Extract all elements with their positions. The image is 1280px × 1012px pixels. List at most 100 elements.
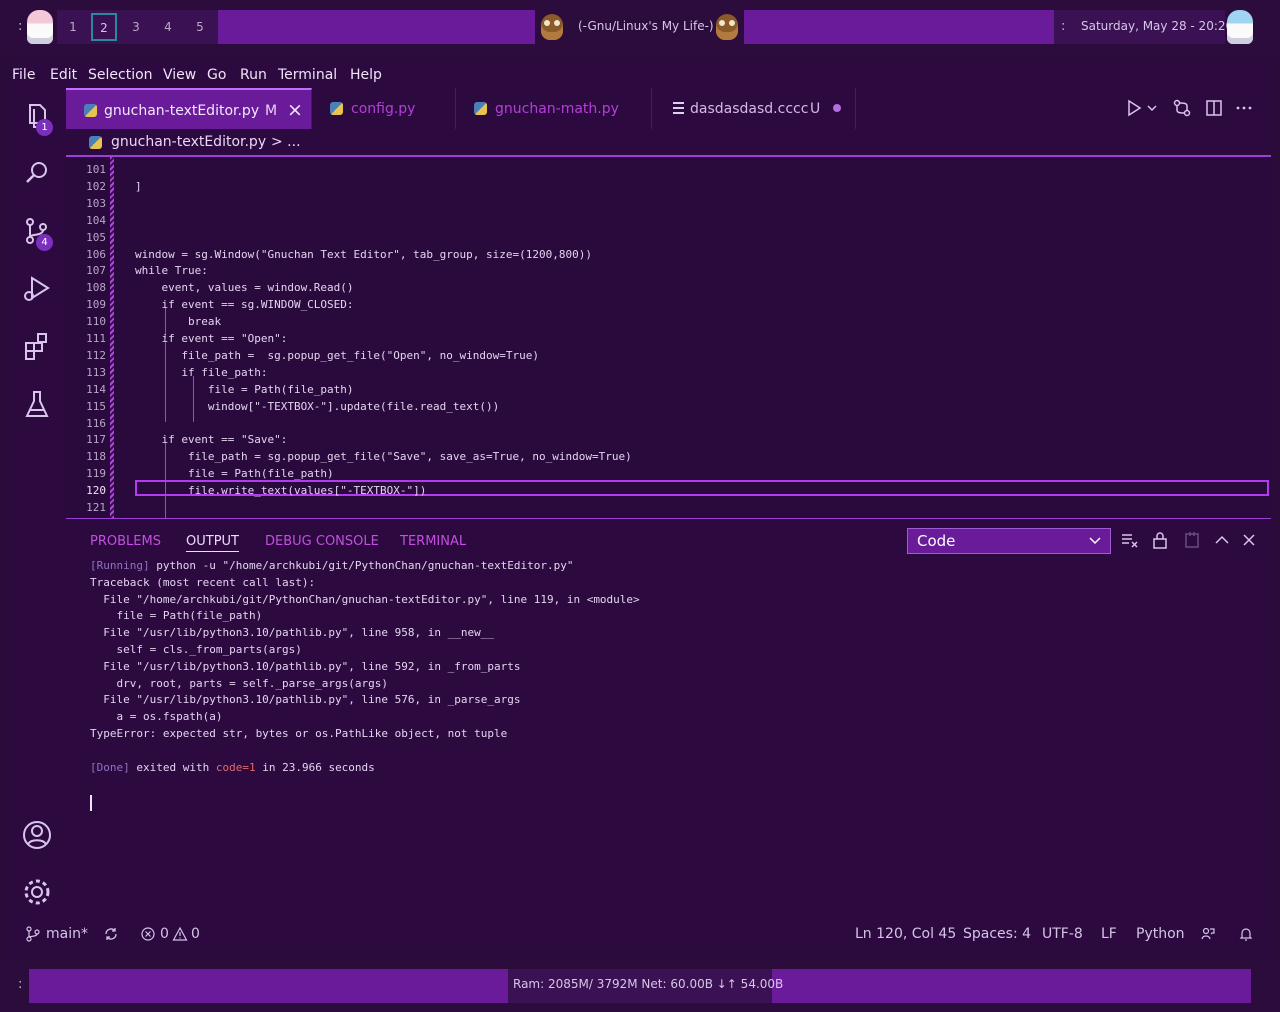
split-editor-icon[interactable] <box>1204 98 1224 118</box>
testing-flask-icon[interactable] <box>21 388 53 420</box>
lock-scroll-icon[interactable] <box>1150 530 1170 550</box>
output-text: drv, root, parts = self._parse_args(args… <box>90 676 389 690</box>
account-icon[interactable] <box>21 819 53 851</box>
workspace-1[interactable]: 1 <box>57 10 89 44</box>
code-line[interactable]: file = Path(file_path) <box>135 383 354 396</box>
code-line[interactable]: file_path = sg.popup_get_file("Open", no… <box>135 349 539 362</box>
line-number: 110 <box>86 315 106 329</box>
search-icon[interactable] <box>21 157 53 189</box>
code-line[interactable]: ] <box>135 180 142 193</box>
line-number: 106 <box>86 247 106 261</box>
open-log-icon[interactable] <box>1182 530 1202 550</box>
warnings-icon[interactable] <box>172 926 188 944</box>
code-line[interactable]: file.write_text(values["-TEXTBOX-"]) <box>135 484 426 497</box>
indentation[interactable]: Spaces: 4 <box>963 926 1031 942</box>
tab-output[interactable]: OUTPUT <box>186 534 239 552</box>
tab-label: gnuchan-math.py <box>495 101 619 117</box>
tab-untracked-status: U <box>810 101 821 117</box>
output-text: File "/usr/lib/python3.10/pathlib.py", l… <box>90 626 494 640</box>
menu-terminal[interactable]: Terminal <box>278 67 337 83</box>
branch-icon[interactable] <box>25 926 41 944</box>
avatar-icon <box>1227 10 1253 44</box>
workspace-4[interactable]: 4 <box>152 10 184 44</box>
warnings-count[interactable]: 0 <box>191 926 200 942</box>
output-channel-value: Code <box>917 532 956 550</box>
branch-name[interactable]: main* <box>46 926 88 942</box>
output-line: Traceback (most recent call last): <box>90 576 315 589</box>
menu-go[interactable]: Go <box>207 67 226 83</box>
clock[interactable]: Saturday, May 28 - 20:20 <box>1081 19 1233 33</box>
menu-file[interactable]: File <box>12 67 35 83</box>
menu-edit[interactable]: Edit <box>50 67 77 83</box>
unsaved-dot-icon[interactable] <box>833 104 841 112</box>
tab-label: config.py <box>351 101 416 117</box>
line-number: 120 <box>86 484 106 498</box>
cursor-position[interactable]: Ln 120, Col 45 <box>855 926 956 942</box>
clear-output-icon[interactable] <box>1119 530 1139 550</box>
tab-terminal[interactable]: TERMINAL <box>400 534 466 549</box>
workspace-3[interactable]: 3 <box>120 10 152 44</box>
line-number: 119 <box>86 467 106 481</box>
workspace-5[interactable]: 5 <box>184 10 216 44</box>
line-number: 117 <box>86 433 106 447</box>
encoding[interactable]: UTF-8 <box>1042 926 1083 942</box>
menu-selection[interactable]: Selection <box>88 67 153 83</box>
tab-dasdasdasd[interactable]: dasdasdasd.cccc U <box>652 88 856 129</box>
output-channel-select[interactable]: Code <box>907 528 1111 554</box>
sync-icon[interactable] <box>103 926 119 944</box>
code-line[interactable]: while True: <box>135 264 208 277</box>
maximize-panel-icon[interactable] <box>1212 530 1232 550</box>
notifications-bell-icon[interactable] <box>1238 926 1254 944</box>
code-line[interactable]: if file_path: <box>135 366 267 379</box>
window-title: (-Gnu/Linux's My Life-) <box>578 19 714 33</box>
tab-gnuchan-math[interactable]: gnuchan-math.py <box>456 88 652 129</box>
output-line: [Done] exited with code=1 in 23.966 seco… <box>90 761 375 774</box>
code-line[interactable]: if event == "Open": <box>135 332 287 345</box>
line-number: 107 <box>86 264 106 278</box>
bottom-system-panel: : Ram: 2085M/ 3792M Net: 60.00B ↓↑ 54.00… <box>0 962 1280 1012</box>
errors-count[interactable]: 0 <box>160 926 169 942</box>
run-python-file-icon[interactable] <box>1124 98 1144 118</box>
close-panel-icon[interactable] <box>1239 530 1259 550</box>
breadcrumb-symbols[interactable]: > ... <box>271 134 301 150</box>
code-line[interactable]: if event == "Save": <box>135 433 287 446</box>
feedback-icon[interactable] <box>1200 926 1216 944</box>
output-line: File "/usr/lib/python3.10/pathlib.py", l… <box>90 660 520 673</box>
run-debug-icon[interactable] <box>21 272 53 304</box>
extensions-icon[interactable] <box>21 330 53 362</box>
open-changes-icon[interactable] <box>1172 98 1192 118</box>
tab-debug-console[interactable]: DEBUG CONSOLE <box>265 534 379 549</box>
run-options-chevron-icon[interactable] <box>1146 98 1158 118</box>
tab-close-icon[interactable]: × <box>287 99 303 121</box>
output-line: File "/usr/lib/python3.10/pathlib.py", l… <box>90 693 520 706</box>
output-text: TypeError: expected str, bytes or os.Pat… <box>90 727 508 740</box>
code-line[interactable]: window = sg.Window("Gnuchan Text Editor"… <box>135 248 592 261</box>
breadcrumb-file[interactable]: gnuchan-textEditor.py <box>111 134 266 150</box>
code-line[interactable]: file_path = sg.popup_get_file("Save", sa… <box>135 450 632 463</box>
errors-icon[interactable] <box>140 926 156 944</box>
line-number: 116 <box>86 416 106 430</box>
code-line[interactable]: file = Path(file_path) <box>135 467 334 480</box>
menu-view[interactable]: View <box>163 67 196 83</box>
menu-run[interactable]: Run <box>240 67 267 83</box>
end-of-line[interactable]: LF <box>1101 926 1117 942</box>
settings-gear-icon[interactable] <box>21 876 53 908</box>
menu-help[interactable]: Help <box>350 67 382 83</box>
code-line[interactable]: if event == sg.WINDOW_CLOSED: <box>135 298 353 311</box>
code-line[interactable]: break <box>135 315 221 328</box>
output-text: self = cls._from_parts(args) <box>90 643 302 656</box>
tab-label: dasdasdasd.cccc <box>690 101 809 117</box>
line-number: 113 <box>86 365 106 379</box>
output-caret <box>90 795 92 811</box>
more-actions-icon[interactable] <box>1234 98 1254 118</box>
code-line[interactable]: window["-TEXTBOX-"].update(file.read_tex… <box>135 400 499 413</box>
language-mode[interactable]: Python <box>1136 926 1185 942</box>
output-line: drv, root, parts = self._parse_args(args… <box>90 677 388 690</box>
code-editor[interactable]: 101 102 103 104 105 106 107 108 109 110 111 112 113 1… <box>66 157 1271 518</box>
tab-gnuchan-texteditor[interactable]: gnuchan-textEditor.py M × <box>66 88 312 129</box>
text-file-icon <box>673 102 684 114</box>
workspace-2[interactable]: 2 <box>91 13 117 41</box>
tab-problems[interactable]: PROBLEMS <box>90 534 161 549</box>
code-line[interactable]: event, values = window.Read() <box>135 281 353 294</box>
tab-config[interactable]: config.py <box>312 88 456 129</box>
